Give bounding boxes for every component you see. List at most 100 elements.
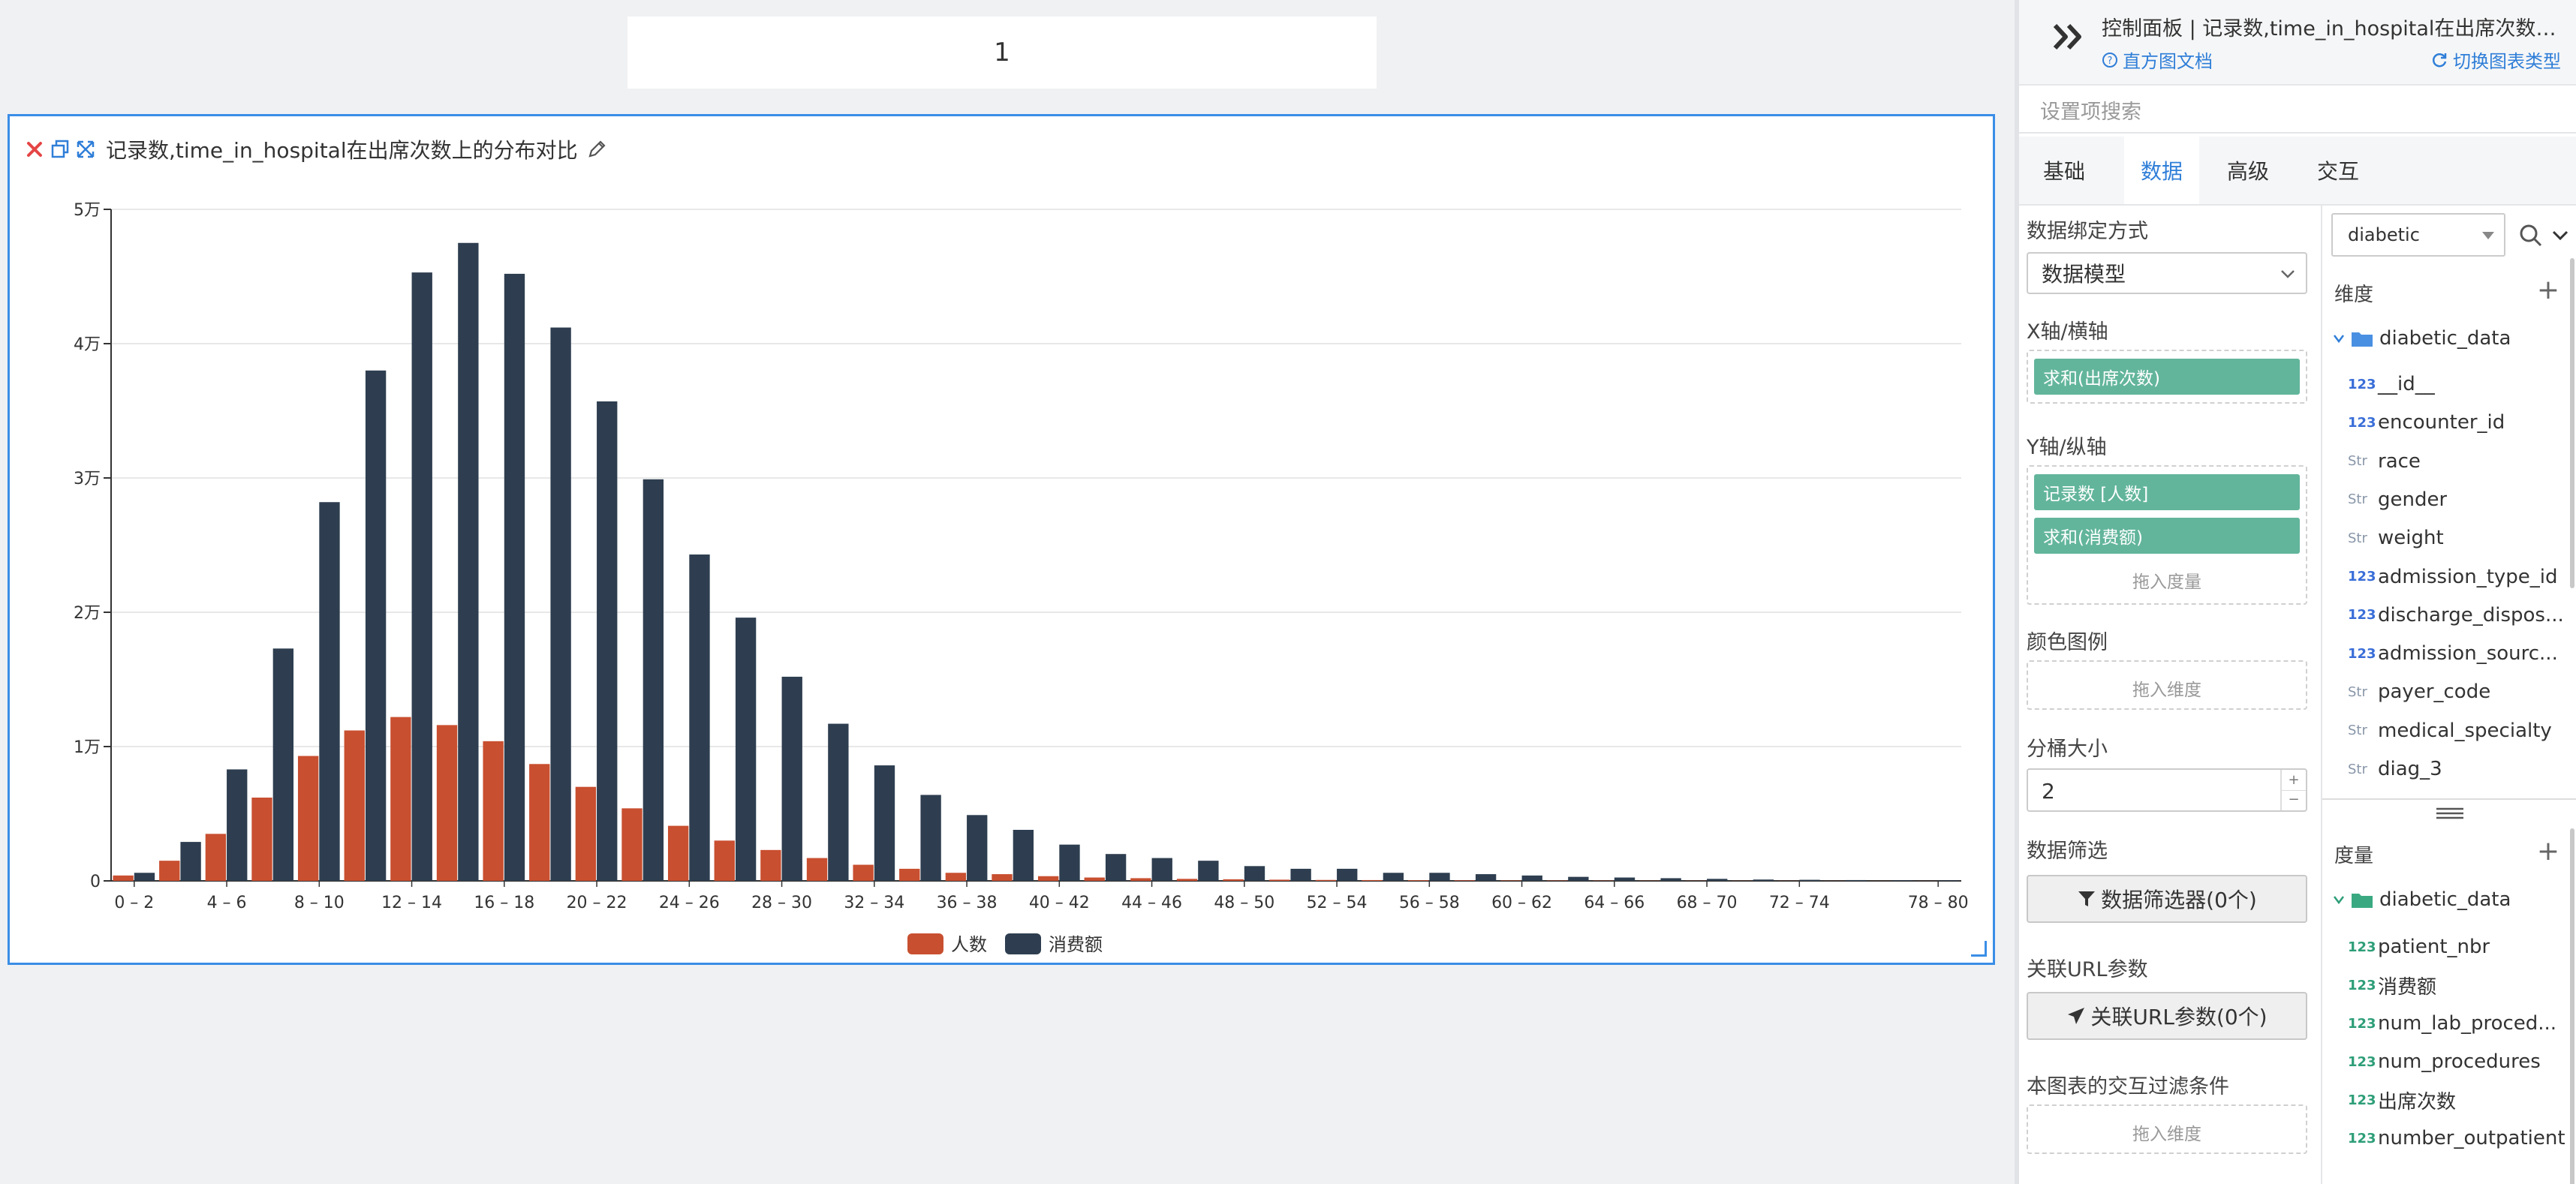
bar-people <box>529 764 550 881</box>
bar-spend <box>504 273 525 881</box>
field-item[interactable]: Str race <box>2348 446 2421 476</box>
add-measure-icon[interactable]: + <box>2537 838 2559 865</box>
number-type-icon: 123 <box>2348 645 2376 662</box>
field-name: diag_3 <box>2378 758 2442 780</box>
measures-root[interactable]: diabetic_data <box>2333 888 2511 911</box>
interaction-drop-zone[interactable]: 拖入维度 <box>2027 1104 2307 1154</box>
color-legend-drop-zone[interactable]: 拖入维度 <box>2027 660 2307 710</box>
chart-card[interactable]: 记录数,time_in_hospital在出席次数上的分布对比 0 1万 2万 3万 4… <box>8 114 1995 965</box>
number-type-icon: 123 <box>2348 1015 2376 1032</box>
bucket-size-stepper[interactable]: 2 + − <box>2027 768 2307 812</box>
search-icon[interactable] <box>2519 224 2543 248</box>
field-item[interactable]: 123 admission_type_id <box>2348 562 2558 592</box>
field-item[interactable]: 123 admission_sourc... <box>2348 639 2558 669</box>
field-item[interactable]: Str medical_specialty <box>2348 716 2552 746</box>
number-type-icon: 123 <box>2348 939 2376 955</box>
folder-icon <box>2352 332 2373 347</box>
url-params-button[interactable]: 关联URL参数(0个) <box>2027 992 2307 1040</box>
y-axis-field-pill[interactable]: 求和(消费额) <box>2034 518 2300 554</box>
svg-text:?: ? <box>2108 56 2113 67</box>
legend-label: 消费额 <box>1049 934 1103 955</box>
tab-basic[interactable]: 基础 <box>2019 137 2109 204</box>
y-axis-field-pill[interactable]: 记录数 [人数] <box>2034 474 2300 510</box>
field-item[interactable]: 123 num_lab_proced... <box>2348 1008 2556 1038</box>
tab-advanced[interactable]: 高级 <box>2207 137 2289 204</box>
x-axis-field-pill[interactable]: 求和(出席次数) <box>2034 359 2300 395</box>
measure-scrollbar[interactable] <box>2570 828 2574 1184</box>
x-tick-label: 0 – 2 <box>114 894 154 912</box>
field-item[interactable]: 123 出席次数 <box>2348 1085 2456 1115</box>
bar-people <box>575 786 597 881</box>
bar-spend <box>1337 868 1358 881</box>
x-tick-label: 68 – 70 <box>1677 894 1738 912</box>
field-item[interactable]: Str payer_code <box>2348 677 2490 707</box>
x-tick-label: 4 – 6 <box>207 894 247 912</box>
bar-people <box>483 741 504 881</box>
caret-down-icon <box>2482 232 2494 239</box>
funnel-icon <box>2078 891 2096 906</box>
bar-people <box>436 725 458 881</box>
color-legend-label: 颜色图例 <box>2027 631 2108 654</box>
field-item[interactable]: Str diag_3 <box>2348 754 2442 784</box>
bar-people <box>297 756 319 881</box>
bar-people <box>621 808 642 881</box>
field-item[interactable]: 123 num_procedures <box>2348 1047 2541 1077</box>
field-item[interactable]: 123 patient_nbr <box>2348 932 2490 962</box>
tab-data[interactable]: 数据 <box>2124 137 2199 204</box>
field-item[interactable]: 123 number_outpatient <box>2348 1123 2565 1153</box>
x-tick-label: 24 – 26 <box>659 894 720 912</box>
decrement-icon[interactable]: − <box>2282 791 2306 810</box>
tab-interaction[interactable]: 交互 <box>2297 137 2379 204</box>
tab-data-label: 数据 <box>2140 159 2183 184</box>
fields-column: diabetic 维度 + diabetic_data 123 __id__ 123… <box>2322 206 2576 1184</box>
url-button-label: 关联URL参数(0个) <box>2090 1005 2268 1029</box>
tab-interaction-label: 交互 <box>2316 159 2359 184</box>
measures-label: 度量 <box>2334 845 2374 867</box>
x-tick-label: 28 – 30 <box>751 894 812 912</box>
bar-spend <box>411 272 432 881</box>
data-filter-button[interactable]: 数据筛选器(0个) <box>2027 875 2307 923</box>
field-item[interactable]: Str weight <box>2348 523 2444 553</box>
chevron-down-icon[interactable] <box>2552 230 2568 242</box>
y-tick-label: 5万 <box>74 201 101 220</box>
data-settings-column: 数据绑定方式 数据模型 X轴/横轴 求和(出席次数) Y轴/纵轴 记录数 [人数… <box>2019 206 2322 1184</box>
field-item[interactable]: 123 消费额 <box>2348 970 2436 1000</box>
histogram-doc-link[interactable]: ? 直方图文档 <box>2102 47 2213 73</box>
binding-select[interactable]: 数据模型 <box>2027 252 2307 294</box>
switch-chart-type-link[interactable]: 切换图表类型 <box>2430 47 2561 73</box>
bar-spend <box>272 648 294 881</box>
drag-handle-icon[interactable] <box>2435 806 2465 821</box>
field-name: number_outpatient <box>2378 1127 2565 1149</box>
bar-spend <box>1290 868 1311 881</box>
field-item[interactable]: 123 discharge_dispos... <box>2348 600 2564 630</box>
increment-icon[interactable]: + <box>2282 770 2306 791</box>
datasource-select[interactable]: diabetic <box>2331 213 2505 257</box>
resize-handle[interactable] <box>1971 941 1987 957</box>
field-item[interactable]: 123 __id__ <box>2348 369 2435 399</box>
number-type-icon: 123 <box>2348 1053 2376 1070</box>
dimensions-root[interactable]: diabetic_data <box>2333 327 2511 350</box>
field-item[interactable]: Str gender <box>2348 485 2447 515</box>
field-name: encounter_id <box>2378 411 2505 434</box>
settings-search-input[interactable]: 设置项搜索 <box>2019 87 2576 134</box>
dimension-scrollbar[interactable] <box>2570 258 2574 588</box>
x-axis-drop-zone[interactable]: 求和(出席次数) <box>2027 350 2307 404</box>
legend-swatch <box>907 933 943 954</box>
number-type-icon: 123 <box>2348 607 2376 624</box>
bar-spend <box>365 370 387 881</box>
help-icon: ? <box>2102 52 2117 68</box>
collapse-panel-icon[interactable] <box>2049 20 2091 54</box>
field-item[interactable]: 123 encounter_id <box>2348 407 2505 437</box>
string-type-icon: Str <box>2348 761 2367 777</box>
field-name: 出席次数 <box>2378 1090 2457 1113</box>
bar-spend <box>967 815 988 881</box>
y-axis-drop-zone[interactable]: 记录数 [人数] 求和(消费额) 拖入度量 <box>2027 465 2307 605</box>
bar-spend <box>319 502 340 881</box>
bar-people <box>344 730 365 881</box>
bar-spend <box>134 873 155 881</box>
bar-people <box>853 864 874 881</box>
add-dimension-icon[interactable]: + <box>2537 277 2559 304</box>
bar-spend <box>1198 861 1219 881</box>
string-type-icon: Str <box>2348 530 2367 546</box>
measures-root-label: diabetic_data <box>2379 888 2511 911</box>
